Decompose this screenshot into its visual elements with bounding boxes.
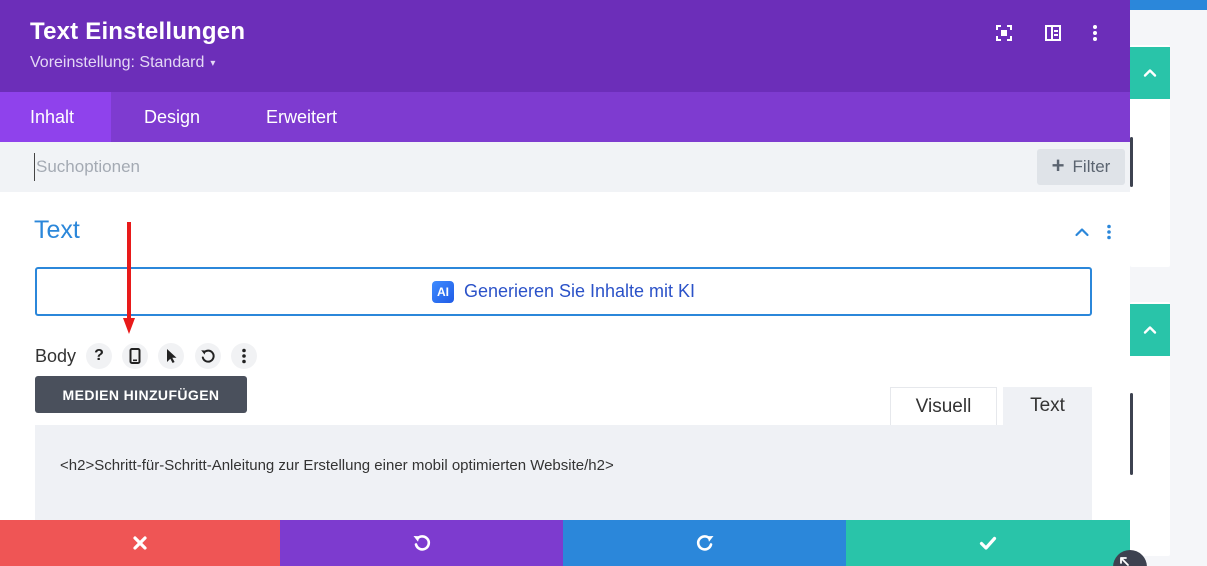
section-title[interactable]: Text: [34, 216, 80, 245]
tab-text[interactable]: Text: [1003, 387, 1092, 425]
more-vertical-icon[interactable]: [1101, 222, 1117, 242]
save-button[interactable]: [846, 520, 1130, 566]
annotation-arrow-shaft: [127, 222, 131, 322]
undo-button[interactable]: [280, 520, 563, 566]
modal-title: Text Einstellungen: [30, 18, 246, 45]
modal-header: Text Einstellungen Voreinstellung: Stand…: [0, 0, 1130, 92]
search-input[interactable]: [34, 153, 934, 181]
help-icon[interactable]: ?: [86, 343, 112, 369]
close-icon: [133, 536, 147, 550]
ai-generate-label: Generieren Sie Inhalte mit KI: [463, 281, 696, 301]
undo-icon: [413, 535, 430, 551]
more-vertical-icon[interactable]: [1082, 20, 1108, 46]
body-field-label: Body: [35, 346, 77, 366]
tab-design[interactable]: Design: [111, 92, 234, 142]
more-vertical-icon[interactable]: [231, 343, 257, 369]
text-editor[interactable]: <h2>Schritt-für-Schritt-Anleitung zur Er…: [35, 425, 1092, 535]
settings-modal: Text Einstellungen Voreinstellung: Stand…: [0, 0, 1130, 566]
help-symbol: ?: [94, 347, 104, 364]
resize-arrow-icon: [1120, 557, 1129, 566]
tab-inhalt[interactable]: Inhalt: [0, 92, 111, 142]
background-collapse-button[interactable]: [1130, 47, 1170, 99]
redo-button[interactable]: [563, 520, 846, 566]
filter-label: Filter: [1072, 157, 1111, 176]
discard-button[interactable]: [0, 520, 280, 566]
tab-visual[interactable]: Visuell: [890, 387, 997, 425]
check-icon: [979, 536, 997, 550]
mobile-icon[interactable]: [122, 343, 148, 369]
preset-selector[interactable]: Voreinstellung: Standard ▾: [30, 54, 215, 72]
reset-icon[interactable]: [195, 343, 221, 369]
caret-down-icon: ▾: [210, 57, 216, 69]
split-view-icon[interactable]: [1040, 20, 1066, 46]
preset-label: Voreinstellung: Standard: [30, 54, 205, 71]
search-bar: [0, 142, 1130, 192]
annotation-arrow-head: [123, 318, 135, 334]
ai-icon: AI: [431, 280, 454, 303]
background-element-edge: [1130, 137, 1133, 187]
filter-button[interactable]: + Filter: [1037, 149, 1125, 185]
background-collapse-button[interactable]: [1130, 304, 1170, 356]
focus-icon[interactable]: [991, 20, 1017, 46]
tab-erweitert[interactable]: Erweitert: [234, 92, 337, 142]
add-media-button[interactable]: MEDIEN HINZUFÜGEN: [35, 376, 247, 413]
ai-generate-button[interactable]: AI Generieren Sie Inhalte mit KI: [35, 267, 1092, 316]
pointer-icon[interactable]: [158, 343, 184, 369]
chevron-up-icon: [1143, 326, 1157, 334]
background-top-bar: [1130, 0, 1207, 10]
background-element-edge: [1130, 393, 1133, 475]
background-page: [1130, 0, 1207, 566]
action-bar: [0, 520, 1130, 566]
chevron-up-icon: [1143, 69, 1157, 77]
redo-icon: [696, 535, 713, 551]
plus-icon: +: [1051, 153, 1065, 178]
editor-content: <h2>Schritt-für-Schritt-Anleitung zur Er…: [60, 457, 614, 474]
settings-tabs: Inhalt Design Erweitert: [0, 92, 1130, 142]
chevron-up-icon[interactable]: [1072, 222, 1092, 242]
